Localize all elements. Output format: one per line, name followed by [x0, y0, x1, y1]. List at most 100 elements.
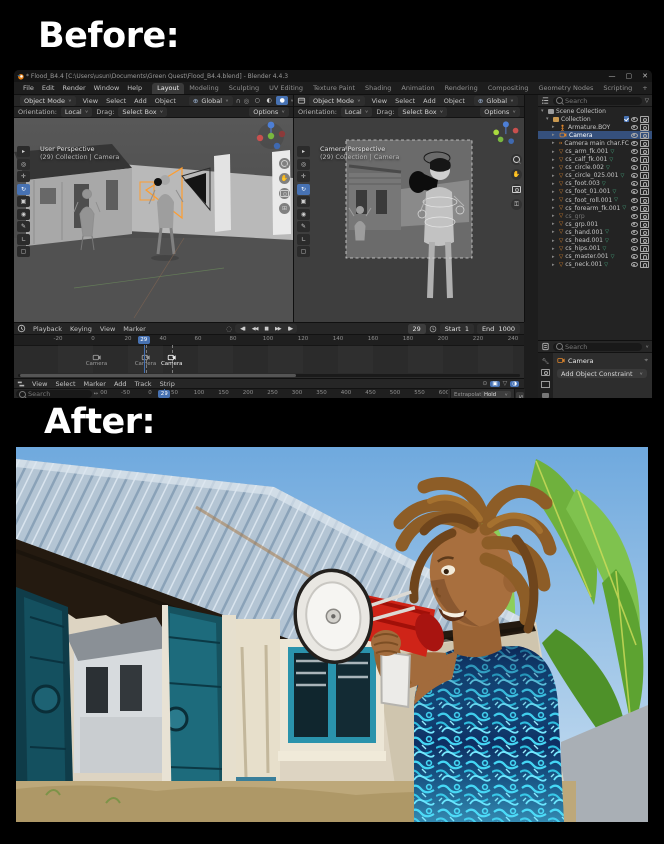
timeline-marker-camera[interactable]: Camera — [161, 354, 183, 367]
outliner-row-camera-main-char-fc[interactable]: ▸ Camera main char.FC — [538, 139, 652, 147]
outliner-row-cs-arm-fk-001[interactable]: ▸ ▽ cs_arm_fk.001 ▽ — [538, 147, 652, 156]
workspace-tab-scripting[interactable]: Scripting — [598, 83, 637, 94]
hide-viewport-icon[interactable] — [631, 205, 638, 211]
drag-value-dropdown[interactable]: Select Box ∨ — [398, 107, 448, 117]
menu-edit[interactable]: Edit — [38, 83, 59, 93]
options-dropdown[interactable]: Options ∨ — [480, 107, 520, 117]
outliner-row-cs-neck-001[interactable]: ▸ ▽ cs_neck.001 ▽ — [538, 261, 652, 269]
mode-dropdown[interactable]: Object Mode ∨ — [20, 95, 76, 106]
maximize-button[interactable]: ▢ — [626, 72, 633, 80]
previous-keyframe-button[interactable]: ◀◀ — [249, 324, 261, 333]
outliner-row-cs-foot-01-001[interactable]: ▸ ▽ cs_foot_01.001 ▽ — [538, 188, 652, 196]
workspace-tab-rendering[interactable]: Rendering — [440, 83, 483, 94]
vp-left-menu-select[interactable]: Select — [102, 96, 130, 106]
outliner-row-cs-calf-fk-001[interactable]: ▸ ▽ cs_calf_fk.001 ▽ — [538, 156, 652, 164]
viewlayer-tab-icon[interactable] — [541, 392, 550, 398]
outliner-row-cs-forearm-fk-001[interactable]: ▸ ▽ cs_forearm_fk.001 ▽ — [538, 204, 652, 212]
disable-render-icon[interactable] — [640, 148, 649, 156]
outliner-row-camera[interactable]: ▸ Camera — [538, 131, 652, 140]
nla-menu-strip[interactable]: Strip — [156, 379, 179, 389]
transform-tool[interactable]: ◉ — [297, 208, 310, 220]
vp-left-menu-add[interactable]: Add — [130, 96, 151, 106]
annotate-tool[interactable]: ✎ — [17, 221, 30, 232]
disable-render-icon[interactable] — [640, 261, 649, 269]
nla-snap-icon[interactable]: ▣ — [490, 380, 500, 387]
nla-overlay-toggle-icon[interactable]: ◑ — [510, 380, 519, 387]
disable-render-icon[interactable] — [640, 220, 649, 228]
select-box-tool[interactable]: ▸ — [17, 146, 30, 157]
vp-right-menu-object[interactable]: Object — [440, 96, 469, 106]
hide-viewport-icon[interactable] — [631, 197, 638, 203]
vp-left-menu-object[interactable]: Object — [151, 96, 180, 106]
outliner-row-cs-circle-025-001[interactable]: ▸ ▽ cs_circle_025.001 ▽ — [538, 172, 652, 180]
sync-icon[interactable]: ◌ — [226, 325, 232, 333]
nla-menu-select[interactable]: Select — [51, 379, 79, 389]
outliner-row-cs-grp[interactable]: ▸ ▽ cs_grp — [538, 212, 652, 220]
disable-render-icon[interactable] — [640, 253, 649, 261]
disable-render-icon[interactable] — [640, 131, 649, 139]
orientation-value-dropdown[interactable]: Local ∨ — [60, 107, 93, 117]
hide-viewport-icon[interactable] — [631, 165, 638, 171]
move-tool[interactable]: ✛ — [297, 171, 310, 182]
disable-render-icon[interactable] — [640, 123, 649, 131]
pan-hand-icon[interactable]: ✋ — [279, 173, 290, 184]
disable-render-icon[interactable] — [640, 212, 649, 220]
perspective-toggle-icon[interactable]: ⊞ — [279, 203, 290, 214]
rotate-tool[interactable]: ↻ — [297, 183, 310, 195]
nla-search-input[interactable]: Search — [16, 390, 92, 398]
disable-render-icon[interactable] — [640, 156, 649, 164]
jump-to-start-button[interactable]: ◀▮ — [237, 324, 248, 333]
jump-to-end-button[interactable]: ▮▶ — [285, 324, 296, 333]
nla-strip-area[interactable]: -100 -50 0 50 100 150 200 250 300 350 400 450 500 550… — [100, 389, 448, 398]
navigation-gizmo[interactable] — [490, 120, 520, 150]
nla-funnel-icon[interactable]: ▽ — [503, 380, 508, 387]
menu-file[interactable]: File — [19, 83, 38, 93]
cursor-tool[interactable]: ◎ — [297, 158, 310, 170]
outliner-row-cs-circle-002[interactable]: ▸ ▽ cs_circle.002 ▽ — [538, 164, 652, 172]
pause-button[interactable]: ▮▮ — [261, 324, 271, 333]
start-frame-field[interactable]: Start 1 — [439, 323, 474, 334]
pin-icon[interactable]: ⌖ — [644, 356, 648, 365]
editor-type-3d-viewport-icon[interactable] — [297, 96, 306, 105]
add-cube-tool[interactable]: ▢ — [297, 246, 310, 257]
disable-render-icon[interactable] — [640, 196, 649, 204]
current-frame-field[interactable]: 29 — [407, 323, 426, 334]
timeline-menu-keying[interactable]: Keying — [66, 324, 96, 334]
add-object-constraint-button[interactable]: Add Object Constraint ∨ — [557, 369, 647, 378]
timeline-marker-camera[interactable]: Camera — [135, 354, 156, 367]
nla-menu-track[interactable]: Track — [131, 379, 156, 389]
hide-viewport-icon[interactable] — [631, 149, 638, 155]
shading-solid-icon[interactable]: ◐ — [264, 96, 274, 105]
window-titlebar[interactable]: * Flood_B4.4 [C:\Users\usun\Documents\Gr… — [14, 70, 652, 82]
zoom-icon[interactable] — [279, 158, 290, 169]
nla-menu-marker[interactable]: Marker — [80, 379, 110, 389]
use-preview-range-clock-icon[interactable] — [429, 325, 437, 333]
nla-menu-view[interactable]: View — [28, 379, 51, 389]
outliner-row-cs-hips-001[interactable]: ▸ ▽ cs_hips.001 ▽ — [538, 245, 652, 253]
hide-viewport-icon[interactable] — [631, 246, 638, 252]
camera-view-icon[interactable] — [279, 188, 290, 199]
workspace-tab-layout[interactable]: Layout — [152, 82, 185, 94]
vp-right-menu-add[interactable]: Add — [419, 96, 440, 106]
shading-wireframe-icon[interactable]: ○ — [252, 96, 262, 105]
hide-viewport-icon[interactable] — [631, 140, 638, 146]
tab-strip[interactable]: Strip — [516, 392, 524, 398]
timeline-menu-playback[interactable]: Playback — [29, 324, 66, 334]
drag-value-dropdown[interactable]: Select Box ∨ — [118, 107, 168, 117]
workspace-tab-texture-paint[interactable]: Texture Paint — [308, 83, 360, 94]
disable-render-icon[interactable] — [640, 245, 649, 253]
nla-toggles-icon[interactable]: ↔ — [94, 391, 98, 397]
timeline-marker-camera[interactable]: Camera — [86, 354, 107, 367]
timeline-track-area[interactable]: Camera Camera Camera — [14, 345, 524, 373]
vp-right-menu-select[interactable]: Select — [391, 96, 419, 106]
menu-render[interactable]: Render — [58, 83, 89, 93]
workspace-tab-shading[interactable]: Shading — [360, 83, 396, 94]
hide-viewport-icon[interactable] — [631, 189, 638, 195]
transform-tool[interactable]: ◉ — [17, 208, 30, 220]
hide-viewport-icon[interactable] — [631, 229, 638, 235]
nla-cursor-filter-icon[interactable]: ⊙ — [482, 380, 487, 387]
disable-render-icon[interactable] — [640, 188, 649, 196]
editor-type-timeline-icon[interactable] — [17, 324, 26, 333]
disable-render-icon[interactable] — [640, 180, 649, 188]
timeline-scrollbar[interactable] — [18, 374, 520, 377]
